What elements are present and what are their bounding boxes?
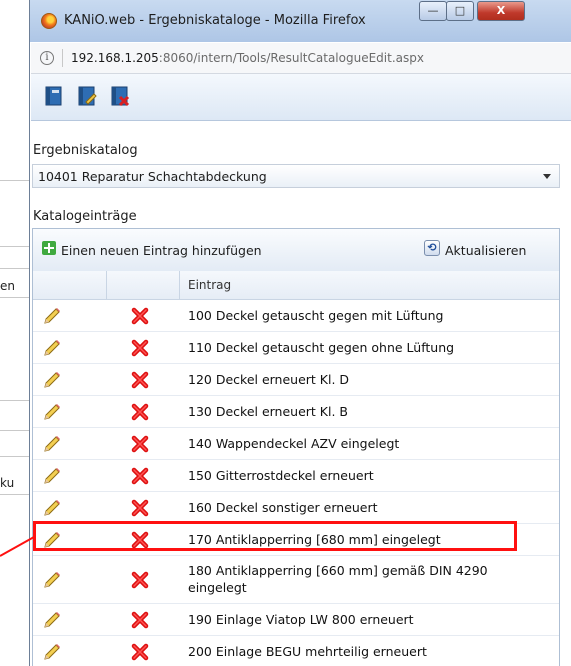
plus-icon[interactable] bbox=[42, 241, 56, 255]
add-entry-button[interactable]: Einen neuen Eintrag hinzufügen bbox=[61, 243, 262, 258]
window-title: KANiO.web - Ergebniskataloge - Mozilla F… bbox=[64, 13, 366, 28]
table-row[interactable]: 120 Deckel erneuert Kl. D bbox=[33, 364, 559, 396]
table-row[interactable]: 130 Deckel erneuert Kl. B bbox=[33, 396, 559, 428]
chevron-down-icon[interactable] bbox=[543, 174, 551, 179]
grid-rows: 100 Deckel getauscht gegen mit Lüftung 11… bbox=[33, 300, 559, 666]
entries-grid: Einen neuen Eintrag hinzufügen ⟲ Aktuali… bbox=[32, 228, 560, 666]
background-divider bbox=[0, 400, 30, 401]
refresh-icon[interactable]: ⟲ bbox=[424, 240, 440, 256]
table-row[interactable]: 190 Einlage Viatop LW 800 erneuert bbox=[33, 604, 559, 636]
pencil-icon[interactable] bbox=[42, 611, 62, 629]
catalog-select[interactable]: 10401 Reparatur Schachtabdeckung bbox=[32, 164, 560, 188]
firefox-logo-icon bbox=[41, 13, 57, 29]
maximize-button[interactable]: □ bbox=[446, 1, 474, 21]
delete-x-icon[interactable] bbox=[131, 467, 149, 485]
catalog-select-value: 10401 Reparatur Schachtabdeckung bbox=[38, 169, 267, 184]
row-entry-text: 140 Wappendeckel AZV eingelegt bbox=[188, 436, 400, 451]
address-bar[interactable]: i 192.168.1.205:8060/intern/Tools/Result… bbox=[31, 43, 571, 74]
url-text[interactable]: 192.168.1.205:8060/intern/Tools/ResultCa… bbox=[71, 51, 424, 65]
row-entry-text: 110 Deckel getauscht gegen ohne Lüftung bbox=[188, 340, 455, 355]
table-row[interactable]: 100 Deckel getauscht gegen mit Lüftung bbox=[33, 300, 559, 332]
delete-x-icon[interactable] bbox=[131, 571, 149, 589]
delete-x-icon[interactable] bbox=[131, 339, 149, 357]
action-toolbar bbox=[31, 74, 571, 121]
info-icon[interactable]: i bbox=[40, 51, 54, 65]
background-text: ku bbox=[0, 476, 15, 490]
pencil-icon[interactable] bbox=[42, 403, 62, 421]
title-bar: KANiO.web - Ergebniskataloge - Mozilla F… bbox=[30, 0, 571, 42]
minimize-button[interactable]: — bbox=[419, 1, 447, 21]
pencil-icon[interactable] bbox=[42, 467, 62, 485]
save-edit-icon[interactable] bbox=[76, 85, 98, 107]
table-row[interactable]: 180 Antiklapperring [660 mm] gemäß DIN 4… bbox=[33, 556, 559, 604]
row-entry-text: 200 Einlage BEGU mehrteilig erneuert bbox=[188, 644, 427, 659]
delete-x-icon[interactable] bbox=[131, 371, 149, 389]
highlight-box bbox=[33, 521, 517, 551]
url-host: 192.168.1.205 bbox=[71, 51, 159, 65]
delete-x-icon[interactable] bbox=[131, 499, 149, 517]
delete-x-icon[interactable] bbox=[131, 611, 149, 629]
grid-toolbar: Einen neuen Eintrag hinzufügen ⟲ Aktuali… bbox=[33, 229, 559, 272]
column-header-eintrag[interactable]: Eintrag bbox=[188, 278, 231, 292]
background-divider bbox=[0, 456, 30, 457]
background-divider bbox=[0, 494, 30, 495]
row-entry-text: 160 Deckel sonstiger erneuert bbox=[188, 500, 378, 515]
save-icon[interactable] bbox=[43, 85, 65, 107]
background-text: en bbox=[0, 279, 15, 293]
url-separator bbox=[62, 49, 63, 67]
column-divider bbox=[106, 271, 107, 299]
pencil-icon[interactable] bbox=[42, 643, 62, 661]
pencil-icon[interactable] bbox=[42, 499, 62, 517]
table-row[interactable]: 160 Deckel sonstiger erneuert bbox=[33, 492, 559, 524]
table-row[interactable]: 200 Einlage BEGU mehrteilig erneuert bbox=[33, 636, 559, 666]
grid-header: Eintrag bbox=[33, 271, 559, 300]
delete-x-icon[interactable] bbox=[131, 643, 149, 661]
background-page: en ku bbox=[0, 0, 30, 666]
pencil-icon[interactable] bbox=[42, 339, 62, 357]
browser-window: KANiO.web - Ergebniskataloge - Mozilla F… bbox=[29, 0, 571, 666]
row-entry-text: 150 Gitterrostdeckel erneuert bbox=[188, 468, 374, 483]
catalog-label: Ergebniskatalog bbox=[33, 143, 138, 158]
row-entry-text: 100 Deckel getauscht gegen mit Lüftung bbox=[188, 308, 444, 323]
entries-label: Katalogeinträge bbox=[33, 209, 137, 224]
close-button[interactable]: X bbox=[477, 1, 525, 21]
refresh-button[interactable]: Aktualisieren bbox=[445, 243, 526, 258]
background-divider bbox=[0, 268, 30, 269]
pencil-icon[interactable] bbox=[42, 307, 62, 325]
row-entry-text: 130 Deckel erneuert Kl. B bbox=[188, 404, 348, 419]
table-row[interactable]: 140 Wappendeckel AZV eingelegt bbox=[33, 428, 559, 460]
background-divider bbox=[0, 430, 30, 431]
background-divider bbox=[0, 246, 30, 247]
background-divider bbox=[0, 180, 30, 181]
table-row[interactable]: 110 Deckel getauscht gegen ohne Lüftung bbox=[33, 332, 559, 364]
pencil-icon[interactable] bbox=[42, 571, 62, 589]
url-path: :8060/intern/Tools/ResultCatalogueEdit.a… bbox=[158, 51, 424, 65]
pencil-icon[interactable] bbox=[42, 435, 62, 453]
row-entry-text: 190 Einlage Viatop LW 800 erneuert bbox=[188, 612, 414, 627]
delete-x-icon[interactable] bbox=[131, 307, 149, 325]
table-row[interactable]: 150 Gitterrostdeckel erneuert bbox=[33, 460, 559, 492]
column-divider bbox=[179, 271, 180, 299]
delete-icon[interactable] bbox=[109, 85, 131, 107]
background-divider bbox=[0, 297, 30, 298]
row-entry-text: 180 Antiklapperring [660 mm] gemäß DIN 4… bbox=[188, 563, 488, 595]
row-entry-text: 120 Deckel erneuert Kl. D bbox=[188, 372, 350, 387]
delete-x-icon[interactable] bbox=[131, 403, 149, 421]
pencil-icon[interactable] bbox=[42, 371, 62, 389]
delete-x-icon[interactable] bbox=[131, 435, 149, 453]
